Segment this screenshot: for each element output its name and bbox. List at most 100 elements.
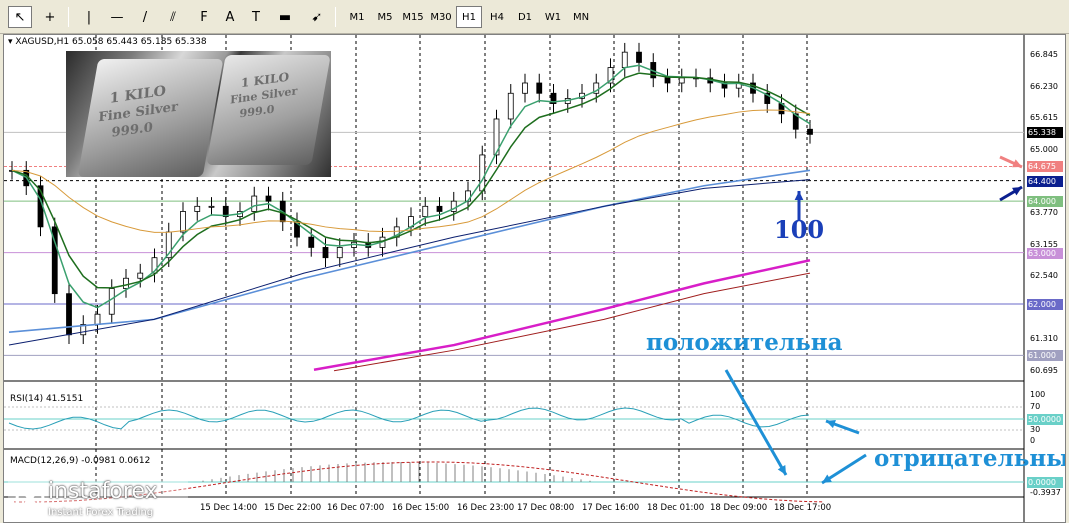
fibonacci-tool[interactable]: F xyxy=(192,6,216,28)
rsi-tick: 30 xyxy=(1030,425,1041,434)
candle-body xyxy=(66,293,72,336)
price-tag: 64.000 xyxy=(1027,196,1063,208)
toolbar-separator xyxy=(68,7,69,27)
toolbar-separator xyxy=(30,7,31,27)
timeframe-mn[interactable]: MN xyxy=(568,6,594,28)
channel-tool[interactable]: ⫽ xyxy=(161,6,185,28)
toolbar: ↖ + | — / ⫽ F A T ▬ ➹ M1 M5 M15 M30 H1 H4 D1 W1 MN xyxy=(0,0,1069,34)
candle-body xyxy=(636,51,642,63)
candle-body xyxy=(422,205,429,217)
up-arrow-100-head xyxy=(794,191,804,201)
candle-body xyxy=(208,205,215,208)
candle-body xyxy=(308,236,315,248)
candle-body xyxy=(479,154,486,192)
time-tick: 17 Dec 16:00 xyxy=(582,503,640,513)
price-tick: 65.000 xyxy=(1030,144,1058,154)
chart-symbol-header: ▾ XAGUSD,H1 65.058 65.443 65.185 65.338 xyxy=(8,37,207,47)
arrow-positive xyxy=(724,369,788,476)
bar2-text-3: 999.0 xyxy=(239,102,275,121)
ma-darkred-line xyxy=(333,272,811,372)
price-tag: 64.675 xyxy=(1027,161,1063,173)
timeframe-m30[interactable]: M30 xyxy=(428,6,454,28)
candle-body xyxy=(678,77,685,84)
toolbar-separator xyxy=(335,7,336,27)
crosshair-tool[interactable]: + xyxy=(38,6,62,28)
cursor-tool[interactable]: ↖ xyxy=(8,6,32,28)
candle-body xyxy=(322,247,329,259)
timeframe-m1[interactable]: M1 xyxy=(344,6,370,28)
price-tick: 60.695 xyxy=(1030,366,1058,375)
macd-label: MACD(12,26,9) -0.0981 0.0612 xyxy=(10,456,151,466)
timeframe-h1[interactable]: H1 xyxy=(456,6,482,28)
timeframe-w1[interactable]: W1 xyxy=(540,6,566,28)
price-tick: 66.230 xyxy=(1030,81,1058,91)
level-100-annotation: 100 xyxy=(774,215,825,244)
price-tag: 65.338 xyxy=(1027,127,1063,139)
candle-body xyxy=(137,272,144,279)
shape-tool[interactable]: ▬ xyxy=(273,6,297,28)
candle-body xyxy=(265,195,272,202)
macd-tick: 0.0000 xyxy=(1027,477,1063,488)
candle-body xyxy=(807,128,813,135)
rsi-label: RSI(14) 41.5151 xyxy=(10,394,84,404)
text-tool[interactable]: A xyxy=(218,6,242,28)
price-tick: 62.540 xyxy=(1030,271,1058,281)
arrow-tool[interactable]: ➹ xyxy=(305,6,329,28)
macd-tick: -0.3937 xyxy=(1030,488,1061,497)
logo-tagline: Instant Forex Trading xyxy=(48,507,154,518)
rsi-tick: 0 xyxy=(1030,436,1036,445)
symbol-label: XAGUSD,H1 xyxy=(15,37,70,47)
timeframe-m15[interactable]: M15 xyxy=(400,6,426,28)
chart-window[interactable]: 1 KILO Fine Silver 999.0 1 KILO Fine Sil… xyxy=(3,34,1066,523)
instaforex-logo: instaforex Instant Forex Trading xyxy=(8,477,188,522)
silver-bars-photo: 1 KILO Fine Silver 999.0 1 KILO Fine Sil… xyxy=(66,51,331,177)
candle-body xyxy=(336,247,343,259)
trendline-tool[interactable]: / xyxy=(133,6,157,28)
ma-navy-line xyxy=(8,179,811,346)
text-label-tool[interactable]: T xyxy=(244,6,268,28)
logo-brand: instaforex xyxy=(48,479,158,504)
rsi-tick: 100 xyxy=(1030,390,1046,399)
rsi-tick: 70 xyxy=(1030,402,1041,411)
candle-body xyxy=(536,82,543,94)
ohlc-values: 65.058 65.443 65.185 65.338 xyxy=(72,37,207,47)
time-tick: 15 Dec 14:00 xyxy=(200,503,258,513)
time-tick: 16 Dec 23:00 xyxy=(457,503,515,513)
rsi-tick: 50.0000 xyxy=(1027,414,1063,425)
candle-body xyxy=(94,313,101,325)
horizontal-line-tool[interactable]: — xyxy=(105,6,129,28)
time-tick: 18 Dec 01:00 xyxy=(647,503,705,513)
candle-body xyxy=(108,288,115,315)
price-tag: 62.000 xyxy=(1027,298,1063,310)
price-tag: 64.400 xyxy=(1027,175,1063,187)
price-tick: 63.770 xyxy=(1030,208,1058,217)
arrow-rsi-head xyxy=(826,419,836,429)
candle-body xyxy=(507,92,514,120)
candle-body xyxy=(194,205,201,212)
candle-body xyxy=(251,195,258,212)
vertical-line-tool[interactable]: | xyxy=(77,6,101,28)
candle-body xyxy=(522,82,528,94)
candle-body xyxy=(436,205,443,212)
candle-body xyxy=(664,77,671,84)
timeframe-m5[interactable]: M5 xyxy=(372,6,398,28)
instaforex-mark-icon xyxy=(15,484,45,514)
price-tag: 63.000 xyxy=(1027,247,1063,259)
timeframe-d1[interactable]: D1 xyxy=(512,6,538,28)
candle-body xyxy=(123,277,129,289)
timeframe-h4[interactable]: H4 xyxy=(484,6,510,28)
price-tick: 61.310 xyxy=(1030,334,1058,344)
positive-annotation: положительна xyxy=(646,329,843,356)
bar1-text-3: 999.0 xyxy=(111,120,154,141)
time-tick: 18 Dec 17:00 xyxy=(774,503,832,513)
silver-bar-2: 1 KILO Fine Silver 999.0 xyxy=(206,55,331,165)
time-tick: 16 Dec 15:00 xyxy=(392,503,450,513)
silver-bar-1: 1 KILO Fine Silver 999.0 xyxy=(77,59,224,177)
candle-body xyxy=(180,211,186,233)
ma-blue-line xyxy=(8,169,811,334)
price-tag: 61.000 xyxy=(1027,350,1063,362)
time-tick: 15 Dec 22:00 xyxy=(264,503,322,513)
candle-body xyxy=(621,51,628,68)
negative-annotation: отрицательны xyxy=(874,445,1066,472)
time-tick: 16 Dec 07:00 xyxy=(327,503,385,513)
